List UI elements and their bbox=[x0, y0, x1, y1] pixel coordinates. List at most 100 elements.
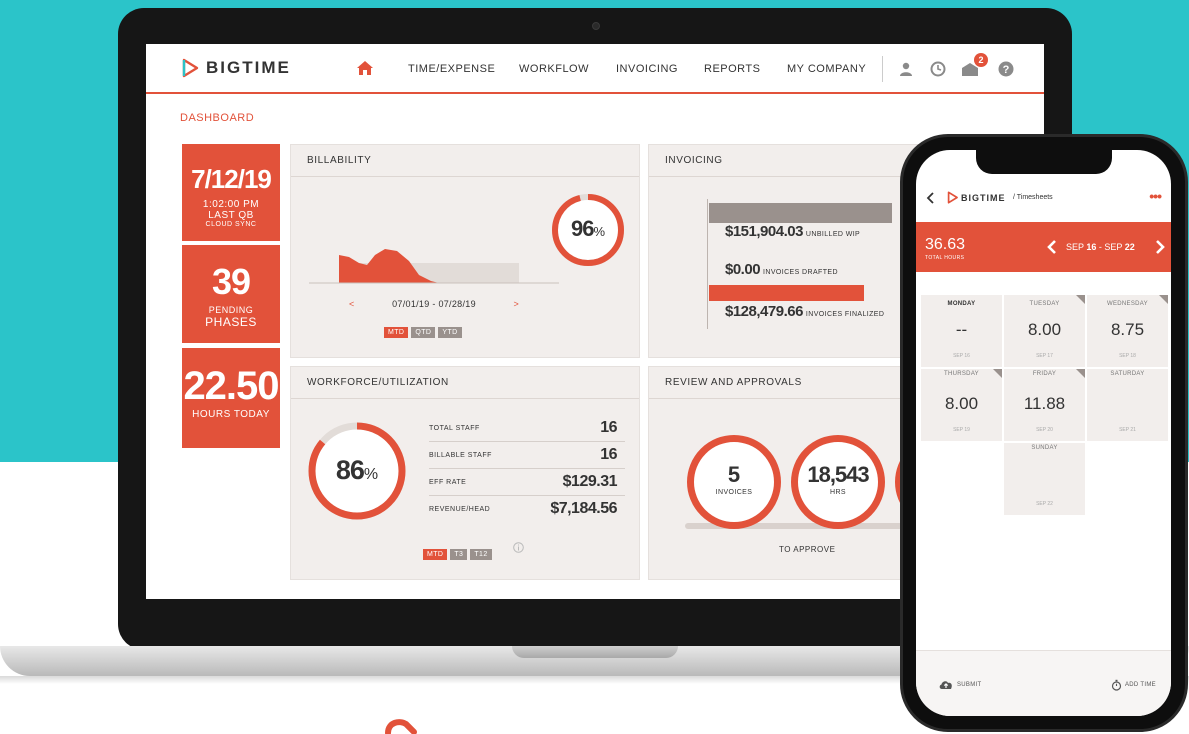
nav-workflow[interactable]: WORKFLOW bbox=[519, 63, 589, 75]
day-cell-wednesday[interactable]: WEDNESDAY 8.75 SEP 18 bbox=[1086, 294, 1169, 368]
unbilled-wip-label: UNBILLED WIP bbox=[805, 231, 861, 238]
date-range: 07/01/19 - 07/28/19 bbox=[392, 299, 476, 309]
brand-name: BIGTIME bbox=[206, 58, 291, 77]
segment-t3[interactable]: T3 bbox=[450, 549, 468, 560]
billability-period-toggle: MTD QTD YTD bbox=[384, 321, 465, 339]
phone-header: BIGTIME / Timesheets ••• bbox=[916, 182, 1171, 212]
clock-icon[interactable] bbox=[930, 61, 946, 77]
invoices-finalized-row: $128,479.66 INVOICES FINALIZED bbox=[725, 303, 884, 320]
invoices-finalized-amount: $128,479.66 bbox=[725, 303, 803, 320]
card-divider bbox=[291, 398, 639, 399]
next-period-button[interactable]: > bbox=[513, 299, 519, 309]
invoices-finalized-bar bbox=[709, 285, 864, 301]
segment-t12[interactable]: T12 bbox=[470, 549, 492, 560]
phone-device: BIGTIME / Timesheets ••• 36.63 TOTAL HOU… bbox=[900, 134, 1189, 734]
user-icon[interactable] bbox=[898, 61, 914, 77]
info-icon[interactable] bbox=[513, 542, 524, 553]
bigtime-logo-icon bbox=[947, 191, 958, 204]
hours-today-value: 22.50 bbox=[183, 364, 279, 408]
notification-badge: 2 bbox=[974, 53, 988, 67]
last-sync-tile: 7/12/19 1:02:00 PM LAST QB CLOUD SYNC bbox=[182, 144, 280, 241]
submit-button[interactable]: SUBMIT bbox=[938, 679, 981, 690]
eff-rate-row: EFF RATE $129.31 bbox=[429, 469, 625, 496]
day-cell-saturday[interactable]: SATURDAY SEP 21 bbox=[1086, 368, 1169, 442]
nav-divider bbox=[882, 56, 883, 82]
svg-text:?: ? bbox=[1003, 64, 1010, 76]
billability-percent: 96% bbox=[570, 216, 606, 241]
total-hours-banner: 36.63 TOTAL HOURS SEP 16 - SEP 22 bbox=[916, 222, 1171, 272]
nav-reports[interactable]: REPORTS bbox=[704, 63, 760, 75]
brand-logo[interactable]: BIGTIME bbox=[180, 58, 291, 78]
sync-label: LAST QB bbox=[208, 210, 254, 221]
billability-card: BILLABILITY 96% < 07/01/19 - 07/28/19 > … bbox=[290, 144, 640, 358]
cloud-upload-icon bbox=[939, 681, 952, 689]
day-cell-sunday[interactable]: SUNDAY SEP 22 bbox=[1003, 442, 1086, 516]
back-chevron-icon[interactable] bbox=[926, 192, 934, 204]
day-cell-monday[interactable]: MONDAY -- SEP 16 bbox=[920, 294, 1003, 368]
card-title: REVIEW AND APPROVALS bbox=[665, 377, 802, 388]
next-week-icon[interactable] bbox=[1155, 240, 1165, 254]
segment-mtd[interactable]: MTD bbox=[423, 549, 448, 560]
laptop-camera bbox=[592, 22, 600, 30]
nav-invoicing[interactable]: INVOICING bbox=[616, 63, 678, 75]
pending-phases-tile[interactable]: 39 PENDING PHASES bbox=[182, 245, 280, 343]
utilization-percent: 86% bbox=[335, 455, 379, 485]
segment-ytd[interactable]: YTD bbox=[438, 327, 462, 338]
sync-sublabel: CLOUD SYNC bbox=[205, 221, 257, 228]
invoices-drafted-label: INVOICES DRAFTED bbox=[763, 269, 838, 276]
bigtime-logo-icon bbox=[182, 58, 199, 78]
top-navigation: BIGTIME TIME/EXPENSE WORKFLOW INVOICING … bbox=[146, 44, 1044, 94]
revenue-head-row: REVENUE/HEAD $7,184.56 bbox=[429, 500, 617, 517]
unbilled-wip-row: $151,904.03 UNBILLED WIP bbox=[725, 223, 860, 240]
approve-hours-button[interactable]: 18,543 HRS bbox=[791, 435, 885, 529]
invoices-finalized-label: INVOICES FINALIZED bbox=[805, 311, 885, 318]
phone-section-title: / Timesheets bbox=[1013, 194, 1053, 201]
day-cell-thursday[interactable]: THURSDAY 8.00 SEP 19 bbox=[920, 368, 1003, 442]
pending-label: PENDING bbox=[208, 305, 254, 315]
sync-time: 1:02:00 PM bbox=[202, 199, 260, 210]
card-title: WORKFORCE/UTILIZATION bbox=[307, 377, 449, 388]
phases-label: PHASES bbox=[205, 315, 257, 329]
week-range: SEP 16 - SEP 22 bbox=[1066, 242, 1135, 252]
billability-area-chart bbox=[309, 249, 559, 284]
invoices-drafted-amount: $0.00 bbox=[725, 261, 761, 278]
help-icon[interactable]: ? bbox=[998, 61, 1014, 77]
home-icon[interactable] bbox=[356, 60, 374, 76]
segment-qtd[interactable]: QTD bbox=[411, 327, 436, 338]
sync-date: 7/12/19 bbox=[191, 164, 272, 194]
invoices-drafted-row: $0.00 INVOICES DRAFTED bbox=[725, 261, 838, 278]
prev-period-button[interactable]: < bbox=[349, 299, 355, 309]
hours-today-label: HOURS TODAY bbox=[192, 409, 270, 420]
phone-brand: BIGTIME bbox=[961, 193, 1006, 203]
prev-week-icon[interactable] bbox=[1047, 240, 1057, 254]
invoicing-axis bbox=[707, 199, 708, 329]
phone-footer: SUBMIT ADD TIME bbox=[916, 650, 1171, 716]
phone-screen: BIGTIME / Timesheets ••• 36.63 TOTAL HOU… bbox=[916, 150, 1171, 716]
day-cell-friday[interactable]: FRIDAY 11.88 SEP 20 bbox=[1003, 368, 1086, 442]
workforce-card: WORKFORCE/UTILIZATION 86% TOTAL STAFF 16 … bbox=[290, 366, 640, 580]
phone-notch bbox=[976, 150, 1112, 174]
day-cell-tuesday[interactable]: TUESDAY 8.00 SEP 17 bbox=[1003, 294, 1086, 368]
billable-staff-row: BILLABLE STAFF 16 bbox=[429, 442, 625, 469]
nav-my-company[interactable]: MY COMPANY bbox=[787, 63, 866, 75]
to-approve-label: TO APPROVE bbox=[779, 545, 836, 554]
nav-time-expense[interactable]: TIME/EXPENSE bbox=[408, 63, 495, 75]
approve-invoices-button[interactable]: 5 INVOICES bbox=[687, 435, 781, 529]
total-hours-value: 36.63 bbox=[925, 236, 966, 253]
card-title: INVOICING bbox=[665, 155, 723, 166]
partial-logo-mark bbox=[385, 719, 417, 734]
workforce-period-toggle: MTD T3 T12 bbox=[423, 543, 495, 561]
unbilled-wip-amount: $151,904.03 bbox=[725, 223, 803, 240]
laptop-notch bbox=[512, 646, 678, 658]
billability-range: < 07/01/19 - 07/28/19 > bbox=[349, 299, 519, 309]
pending-phases-count: 39 bbox=[211, 261, 251, 302]
total-hours-label: TOTAL HOURS bbox=[925, 255, 965, 261]
breadcrumb: DASHBOARD bbox=[180, 112, 255, 124]
more-icon[interactable]: ••• bbox=[1149, 188, 1162, 204]
card-divider bbox=[291, 176, 639, 177]
add-time-button[interactable]: ADD TIME bbox=[1111, 679, 1156, 691]
hours-today-tile[interactable]: 22.50 HOURS TODAY bbox=[182, 348, 280, 448]
card-title: BILLABILITY bbox=[307, 155, 372, 166]
segment-mtd[interactable]: MTD bbox=[384, 327, 409, 338]
unbilled-wip-bar bbox=[709, 203, 892, 223]
